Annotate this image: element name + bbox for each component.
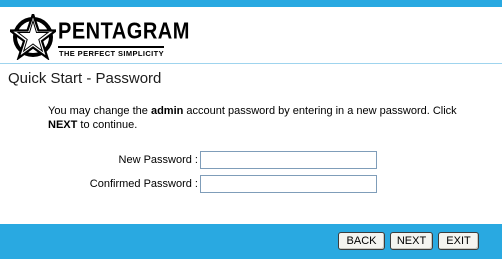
instructions-part3: to continue. <box>77 119 138 131</box>
back-button[interactable]: BACK <box>338 232 385 250</box>
brand-underline <box>58 46 164 48</box>
next-button[interactable]: NEXT <box>390 232 433 250</box>
brand-tagline: THE PERFECT SIMPLICITY <box>59 49 165 58</box>
instructions-part2: account password by entering in a new pa… <box>183 105 457 117</box>
new-password-field[interactable] <box>200 151 377 169</box>
brand-name: PENTAGRAM <box>58 19 190 45</box>
confirmed-password-row: Confirmed Password : <box>0 175 502 195</box>
instructions-text: You may change the admin account passwor… <box>48 104 478 132</box>
instructions-part1: You may change the <box>48 105 151 117</box>
exit-button[interactable]: EXIT <box>438 232 479 250</box>
confirmed-password-field[interactable] <box>200 175 377 193</box>
star-in-circle-icon <box>10 14 56 60</box>
instructions-next-bold: NEXT <box>48 119 78 131</box>
new-password-label: New Password : <box>118 154 198 166</box>
confirmed-password-label: Confirmed Password : <box>89 178 198 190</box>
instructions-admin-bold: admin <box>150 105 184 117</box>
header-divider <box>0 63 502 64</box>
new-password-row: New Password : <box>0 151 502 171</box>
top-accent-bar <box>0 0 502 7</box>
page-title: Quick Start - Password <box>8 70 162 87</box>
